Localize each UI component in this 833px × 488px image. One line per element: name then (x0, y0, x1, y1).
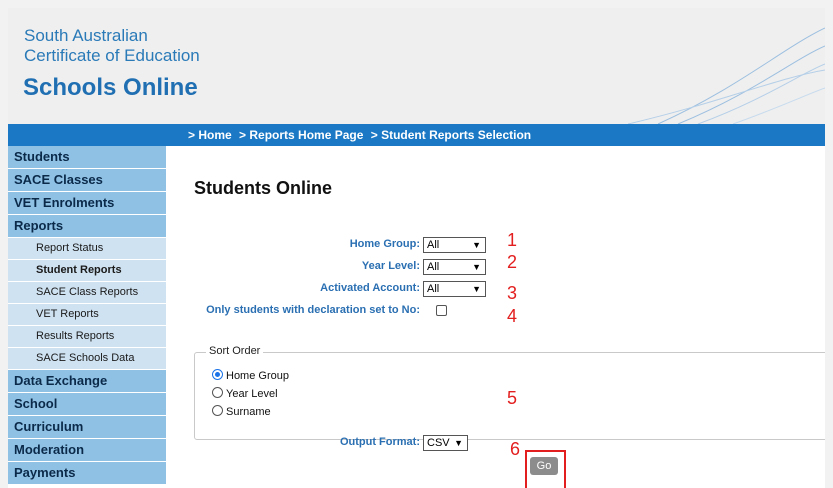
breadcrumb: > Home > Reports Home Page > Student Rep… (188, 128, 535, 142)
site-header: South Australian Certificate of Educatio… (8, 8, 825, 124)
annotation-number: 1 (507, 230, 518, 250)
radio-icon[interactable] (212, 387, 223, 398)
header-swoosh-graphic (627, 27, 825, 124)
breadcrumb-home[interactable]: > Home (188, 128, 232, 142)
activated-account-label: Activated Account: (320, 282, 420, 294)
annotation-number: 3 (507, 283, 518, 303)
breadcrumb-reports-home[interactable]: > Reports Home Page (239, 128, 363, 142)
sidebar-subitem-student-reports[interactable]: Student Reports (8, 260, 166, 281)
app-frame: South Australian Certificate of Educatio… (8, 8, 825, 488)
chevron-down-icon: ▼ (472, 284, 481, 294)
sidebar-item-students[interactable]: Students (8, 146, 166, 168)
output-format-select[interactable]: CSV ▼ (423, 435, 468, 451)
declaration-label: Only students with declaration set to No… (206, 304, 420, 316)
sidebar-subitem-results-reports[interactable]: Results Reports (8, 326, 166, 347)
sidebar-item-curriculum[interactable]: Curriculum (8, 416, 166, 438)
sidebar-subitem-vet-reports[interactable]: VET Reports (8, 304, 166, 325)
breadcrumb-student-reports-selection: > Student Reports Selection (370, 128, 532, 142)
annotation-number: 2 (507, 252, 518, 272)
sort-option-year-level[interactable]: Year Level (212, 387, 278, 400)
sidebar-item-reports[interactable]: Reports (8, 215, 166, 237)
sidebar-item-sace-classes[interactable]: SACE Classes (8, 169, 166, 191)
home-group-select[interactable]: All ▼ (423, 237, 486, 253)
breadcrumb-bar: > Home > Reports Home Page > Student Rep… (8, 124, 825, 146)
brand-line-1: South Australian (24, 26, 148, 45)
app-name: Schools Online (23, 74, 198, 101)
sidebar: Students SACE Classes VET Enrolments Rep… (8, 146, 166, 488)
chevron-down-icon: ▼ (454, 438, 463, 448)
declaration-checkbox[interactable] (436, 305, 447, 316)
sidebar-subitem-sace-schools-data[interactable]: SACE Schools Data (8, 348, 166, 369)
year-level-label: Year Level: (361, 260, 420, 272)
main-content: Students Online Home Group: All ▼ 1 Year… (166, 146, 825, 488)
sort-order-legend: Sort Order (206, 345, 264, 357)
sidebar-item-payments[interactable]: Payments (8, 462, 166, 484)
sidebar-item-data-exchange[interactable]: Data Exchange (8, 370, 166, 392)
activated-account-value: All (427, 283, 440, 295)
sidebar-subitem-sace-class-reports[interactable]: SACE Class Reports (8, 282, 166, 303)
go-button[interactable]: Go (530, 457, 558, 475)
output-format-value: CSV (427, 437, 450, 449)
chevron-down-icon: ▼ (472, 262, 481, 272)
sort-option-home-group[interactable]: Home Group (212, 369, 289, 382)
year-level-select[interactable]: All ▼ (423, 259, 486, 275)
chevron-down-icon: ▼ (472, 240, 481, 250)
sidebar-subitem-report-status[interactable]: Report Status (8, 238, 166, 259)
sort-option-surname[interactable]: Surname (212, 405, 271, 418)
page-title: Students Online (194, 178, 333, 198)
annotation-number: 5 (507, 388, 518, 408)
activated-account-select[interactable]: All ▼ (423, 281, 486, 297)
annotation-number: 4 (507, 306, 518, 326)
radio-selected-icon[interactable] (212, 369, 223, 380)
radio-icon[interactable] (212, 405, 223, 416)
home-group-label: Home Group: (349, 238, 420, 250)
sidebar-item-school[interactable]: School (8, 393, 166, 415)
sidebar-item-vet-enrolments[interactable]: VET Enrolments (8, 192, 166, 214)
sidebar-item-moderation[interactable]: Moderation (8, 439, 166, 461)
output-format-label: Output Format: (339, 436, 420, 448)
brand-line-2: Certificate of Education (24, 46, 200, 65)
year-level-value: All (427, 261, 440, 273)
annotation-number: 6 (510, 439, 521, 459)
home-group-value: All (427, 239, 440, 251)
